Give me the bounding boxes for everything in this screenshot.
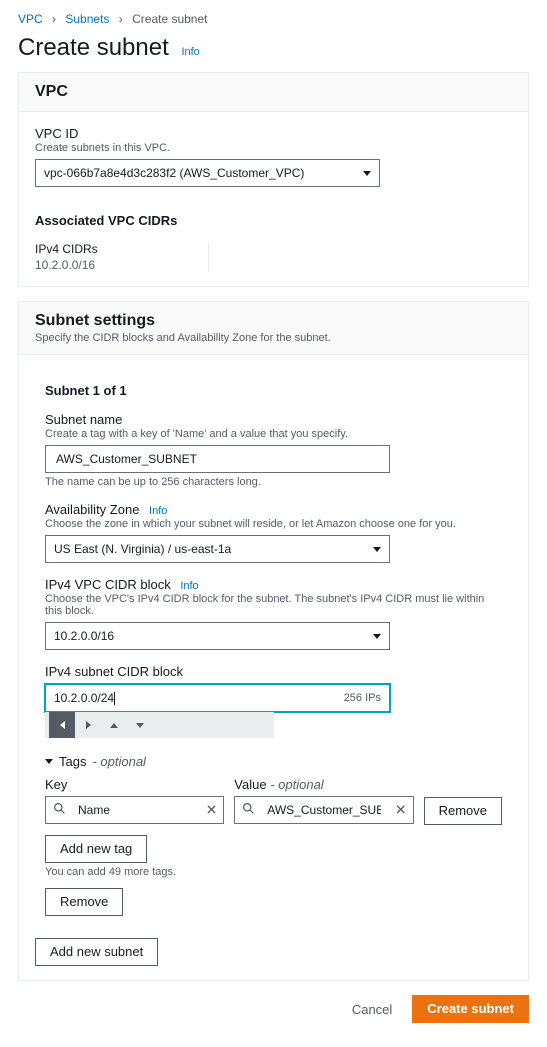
tag-limit-hint: You can add 49 more tags. [45, 866, 502, 878]
subnet-cidr-input[interactable]: 10.2.0.0/24 256 IPs [45, 684, 390, 712]
arrow-right-icon [86, 721, 91, 729]
subnet-settings-sub: Specify the CIDR blocks and Availability… [35, 332, 512, 344]
clear-icon[interactable]: ✕ [206, 802, 218, 819]
arrow-down-icon [136, 723, 144, 728]
vpc-cidr-help: Choose the VPC's IPv4 CIDR block for the… [45, 593, 502, 617]
arrow-up-icon [110, 723, 118, 728]
chevron-down-icon [363, 171, 371, 176]
ipv4-cidrs-value: 10.2.0.0/16 [35, 258, 98, 272]
cidr-prev-button[interactable] [49, 712, 75, 738]
subnet-cidr-value: 10.2.0.0/24 [54, 691, 115, 705]
breadcrumb: VPC › Subnets › Create subnet [18, 12, 529, 26]
tag-key-input[interactable]: ✕ [45, 796, 224, 824]
breadcrumb-current: Create subnet [132, 12, 207, 26]
info-link[interactable]: Info [181, 46, 199, 58]
vpc-id-help: Create subnets in this VPC. [35, 142, 512, 154]
cidr-next-button[interactable] [75, 712, 101, 738]
az-help: Choose the zone in which your subnet wil… [45, 518, 502, 530]
search-icon [242, 802, 255, 818]
ipv4-cidrs-label: IPv4 CIDRs [35, 242, 98, 256]
chevron-right-icon: › [52, 12, 56, 26]
search-icon [53, 802, 66, 818]
tags-optional: - optional [92, 754, 145, 769]
tags-label: Tags [59, 754, 86, 769]
add-tag-button[interactable]: Add new tag [45, 835, 147, 863]
vpc-id-value: vpc-066b7a8e4d3c283f2 (AWS_Customer_VPC) [44, 166, 304, 180]
vpc-cidr-value: 10.2.0.0/16 [54, 629, 114, 643]
az-value: US East (N. Virginia) / us-east-1a [54, 542, 231, 556]
cidr-down-button[interactable] [127, 712, 153, 738]
chevron-right-icon: › [119, 12, 123, 26]
subnet-counter: Subnet 1 of 1 [45, 383, 502, 398]
subnet-cidr-ipcount: 256 IPs [338, 692, 381, 704]
cancel-button[interactable]: Cancel [340, 995, 404, 1023]
caret-down-icon [45, 759, 53, 764]
create-subnet-button[interactable]: Create subnet [412, 995, 529, 1023]
vpc-id-label: VPC ID [35, 126, 512, 141]
az-label: Availability Zone Info [45, 502, 502, 517]
subnet-settings-heading: Subnet settings [35, 312, 512, 330]
subnet-name-label: Subnet name [45, 412, 502, 427]
vpc-cidr-select[interactable]: 10.2.0.0/16 [45, 622, 390, 650]
breadcrumb-vpc[interactable]: VPC [18, 12, 43, 26]
az-select[interactable]: US East (N. Virginia) / us-east-1a [45, 535, 390, 563]
assoc-cidrs-heading: Associated VPC CIDRs [35, 213, 512, 228]
cidr-up-button[interactable] [101, 712, 127, 738]
remove-tag-button[interactable]: Remove [424, 797, 502, 825]
breadcrumb-subnets[interactable]: Subnets [65, 12, 109, 26]
tags-toggle[interactable]: Tags - optional [45, 754, 502, 769]
subnet-name-input[interactable] [45, 445, 390, 473]
vpc-id-select[interactable]: vpc-066b7a8e4d3c283f2 (AWS_Customer_VPC) [35, 159, 380, 187]
subnet-settings-card: Subnet settings Specify the CIDR blocks … [18, 301, 529, 981]
subnet-name-field[interactable] [54, 446, 381, 472]
vpc-cidr-info-link[interactable]: Info [180, 580, 198, 592]
tag-value-field[interactable] [243, 797, 404, 823]
chevron-down-icon [373, 634, 381, 639]
cidr-stepper [45, 712, 274, 738]
subnet-cidr-label: IPv4 subnet CIDR block [45, 664, 502, 679]
footer-actions: Cancel Create subnet [18, 995, 529, 1023]
page-title: Create subnet Info [18, 34, 529, 62]
tag-key-field[interactable] [54, 797, 215, 823]
add-subnet-button[interactable]: Add new subnet [35, 938, 158, 966]
vpc-card: VPC VPC ID Create subnets in this VPC. v… [18, 72, 529, 287]
tag-value-input[interactable]: ✕ [234, 796, 413, 824]
subnet-name-help: Create a tag with a key of 'Name' and a … [45, 428, 502, 440]
clear-icon[interactable]: ✕ [395, 802, 407, 819]
arrow-left-icon [60, 721, 65, 729]
vpc-cidr-block-label: IPv4 VPC CIDR block Info [45, 577, 502, 592]
subnet-name-hint: The name can be up to 256 characters lon… [45, 476, 502, 488]
az-info-link[interactable]: Info [149, 505, 167, 517]
chevron-down-icon [373, 547, 381, 552]
vpc-card-heading: VPC [19, 73, 528, 112]
remove-subnet-button[interactable]: Remove [45, 888, 123, 916]
